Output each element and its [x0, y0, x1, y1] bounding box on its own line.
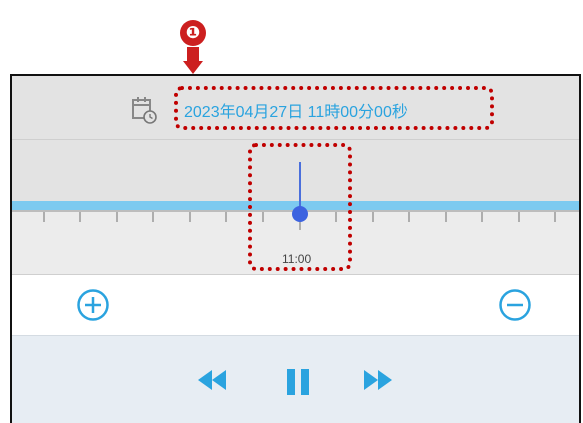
fast-forward-button[interactable]	[362, 368, 394, 392]
playback-panel: 2023年04月27日 11時00分00秒 11:00	[10, 74, 581, 423]
playhead-highlight-box	[248, 143, 352, 271]
datetime-highlight-box	[174, 86, 494, 130]
pause-button[interactable]	[284, 368, 312, 396]
zoom-in-button[interactable]	[76, 288, 110, 322]
callout-pointer-icon	[183, 47, 203, 74]
rewind-button[interactable]	[196, 368, 228, 392]
zoom-controls	[12, 274, 579, 335]
playback-controls	[12, 335, 579, 423]
zoom-out-button[interactable]	[498, 288, 532, 322]
calendar-clock-icon[interactable]	[131, 96, 157, 124]
callout-number: ❶	[180, 20, 206, 46]
callout-marker: ❶	[180, 20, 206, 74]
